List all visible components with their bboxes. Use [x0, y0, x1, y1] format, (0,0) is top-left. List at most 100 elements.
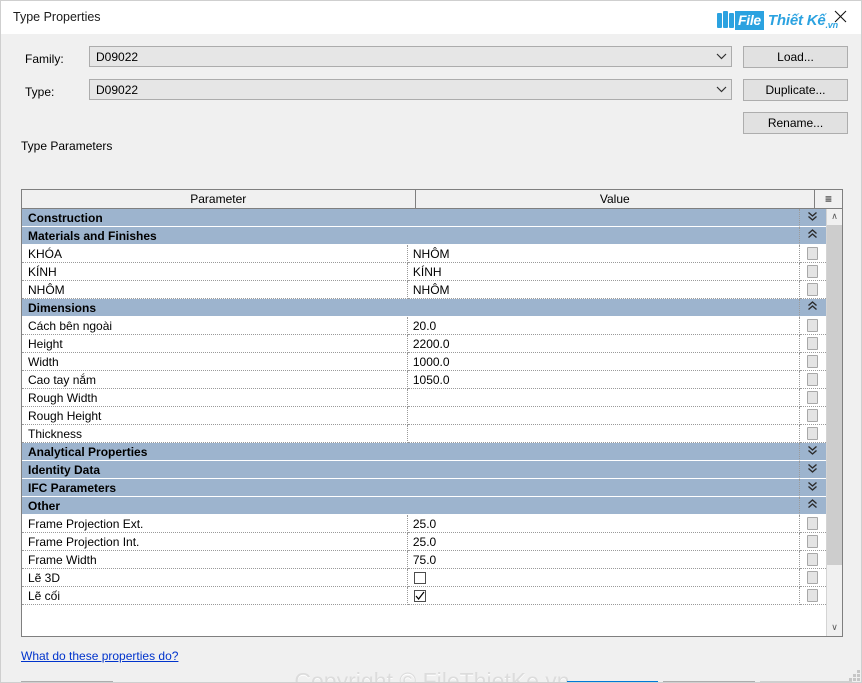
- lock-icon: [807, 427, 819, 440]
- table-row[interactable]: Frame Width 75.0: [22, 551, 826, 569]
- chevron-double-down-icon: [807, 481, 818, 494]
- parameter-lock-button[interactable]: [799, 245, 826, 263]
- close-button[interactable]: [817, 1, 861, 32]
- grid-group-row[interactable]: Identity Data: [22, 461, 826, 479]
- table-row[interactable]: Thickness: [22, 425, 826, 443]
- grid-group-row[interactable]: Construction: [22, 209, 826, 227]
- table-row[interactable]: Lẽ cối: [22, 587, 826, 605]
- parameter-checkbox-cell[interactable]: [407, 587, 800, 605]
- column-header-parameter[interactable]: Parameter: [22, 190, 416, 208]
- parameter-value[interactable]: [407, 389, 800, 407]
- group-label: Construction: [22, 209, 408, 227]
- parameter-value[interactable]: 1050.0: [407, 371, 800, 389]
- lock-icon: [807, 409, 819, 422]
- parameter-lock-button[interactable]: [799, 515, 826, 533]
- parameter-name: Height: [22, 335, 408, 353]
- table-row[interactable]: Lẽ 3D: [22, 569, 826, 587]
- scroll-track[interactable]: [827, 225, 842, 620]
- parameter-name: Lẽ 3D: [22, 569, 408, 587]
- parameter-value[interactable]: 25.0: [407, 515, 800, 533]
- duplicate-button[interactable]: Duplicate...: [743, 79, 848, 101]
- checkbox-checked[interactable]: [413, 589, 426, 602]
- parameter-lock-button[interactable]: [799, 425, 826, 443]
- type-label: Type:: [25, 85, 55, 99]
- grid-group-row[interactable]: IFC Parameters: [22, 479, 826, 497]
- parameter-checkbox-cell[interactable]: [407, 569, 800, 587]
- parameter-lock-button[interactable]: [799, 353, 826, 371]
- help-link[interactable]: What do these properties do?: [21, 649, 178, 663]
- grid-vertical-scrollbar[interactable]: ∧ ∨: [826, 209, 842, 636]
- check-icon: [415, 591, 425, 600]
- parameter-lock-button[interactable]: [799, 533, 826, 551]
- rename-button[interactable]: Rename...: [743, 112, 848, 134]
- table-row[interactable]: Cao tay nắm 1050.0: [22, 371, 826, 389]
- table-row[interactable]: Width 1000.0: [22, 353, 826, 371]
- group-expand-toggle[interactable]: [799, 479, 826, 497]
- scroll-up-button[interactable]: ∧: [827, 209, 842, 225]
- parameter-name: Rough Height: [22, 407, 408, 425]
- parameter-value[interactable]: 75.0: [407, 551, 800, 569]
- table-row[interactable]: Height 2200.0: [22, 335, 826, 353]
- parameter-lock-button[interactable]: [799, 569, 826, 587]
- group-collapse-toggle[interactable]: [799, 497, 826, 515]
- table-row[interactable]: Frame Projection Int. 25.0: [22, 533, 826, 551]
- parameter-name: Frame Projection Ext.: [22, 515, 408, 533]
- parameter-lock-button[interactable]: [799, 407, 826, 425]
- grid-group-row[interactable]: Materials and Finishes: [22, 227, 826, 245]
- parameter-value[interactable]: 2200.0: [407, 335, 800, 353]
- lock-icon: [807, 283, 819, 296]
- group-value-spacer: [407, 497, 800, 515]
- column-header-value[interactable]: Value: [415, 190, 816, 208]
- parameter-value[interactable]: NHÔM: [407, 245, 800, 263]
- type-combobox[interactable]: D09022: [89, 79, 732, 100]
- parameter-lock-button[interactable]: [799, 335, 826, 353]
- scroll-thumb[interactable]: [827, 225, 842, 565]
- family-combobox[interactable]: D09022: [89, 46, 732, 67]
- parameter-lock-button[interactable]: [799, 317, 826, 335]
- grid-group-row[interactable]: Dimensions: [22, 299, 826, 317]
- chevron-double-up-icon: [807, 499, 818, 512]
- column-options-button[interactable]: ≡: [815, 190, 842, 208]
- chevron-down-icon[interactable]: [711, 53, 731, 60]
- group-expand-toggle[interactable]: [799, 443, 826, 461]
- parameter-lock-button[interactable]: [799, 587, 826, 605]
- grid-group-row[interactable]: Other: [22, 497, 826, 515]
- table-row[interactable]: Rough Height: [22, 407, 826, 425]
- checkbox-unchecked[interactable]: [413, 571, 426, 584]
- parameter-value[interactable]: 20.0: [407, 317, 800, 335]
- scroll-down-button[interactable]: ∨: [827, 620, 842, 636]
- parameter-value[interactable]: 1000.0: [407, 353, 800, 371]
- lock-icon: [807, 355, 819, 368]
- grid-header-row: Parameter Value ≡: [22, 190, 842, 209]
- parameter-value[interactable]: 25.0: [407, 533, 800, 551]
- parameter-lock-button[interactable]: [799, 281, 826, 299]
- parameter-lock-button[interactable]: [799, 371, 826, 389]
- parameter-value[interactable]: NHÔM: [407, 281, 800, 299]
- load-button[interactable]: Load...: [743, 46, 848, 68]
- table-row[interactable]: Cách bên ngoài 20.0: [22, 317, 826, 335]
- table-row[interactable]: KHÓA NHÔM: [22, 245, 826, 263]
- resize-grip[interactable]: [847, 668, 860, 681]
- table-row[interactable]: Rough Width: [22, 389, 826, 407]
- parameter-name: KHÓA: [22, 245, 408, 263]
- table-row[interactable]: KÍNH KÍNH: [22, 263, 826, 281]
- parameter-lock-button[interactable]: [799, 551, 826, 569]
- parameter-value[interactable]: [407, 425, 800, 443]
- table-row[interactable]: NHÔM NHÔM: [22, 281, 826, 299]
- family-label: Family:: [25, 52, 64, 66]
- parameter-name: Thickness: [22, 425, 408, 443]
- grid-group-row[interactable]: Analytical Properties: [22, 443, 826, 461]
- table-row[interactable]: Frame Projection Ext. 25.0: [22, 515, 826, 533]
- group-label: Identity Data: [22, 461, 408, 479]
- chevron-down-icon[interactable]: [711, 86, 731, 93]
- parameter-name: Rough Width: [22, 389, 408, 407]
- parameter-lock-button[interactable]: [799, 389, 826, 407]
- group-expand-toggle[interactable]: [799, 209, 826, 227]
- group-expand-toggle[interactable]: [799, 461, 826, 479]
- parameter-value[interactable]: KÍNH: [407, 263, 800, 281]
- group-collapse-toggle[interactable]: [799, 227, 826, 245]
- parameter-lock-button[interactable]: [799, 263, 826, 281]
- parameter-value[interactable]: [407, 407, 800, 425]
- group-collapse-toggle[interactable]: [799, 299, 826, 317]
- lock-icon: [807, 265, 819, 278]
